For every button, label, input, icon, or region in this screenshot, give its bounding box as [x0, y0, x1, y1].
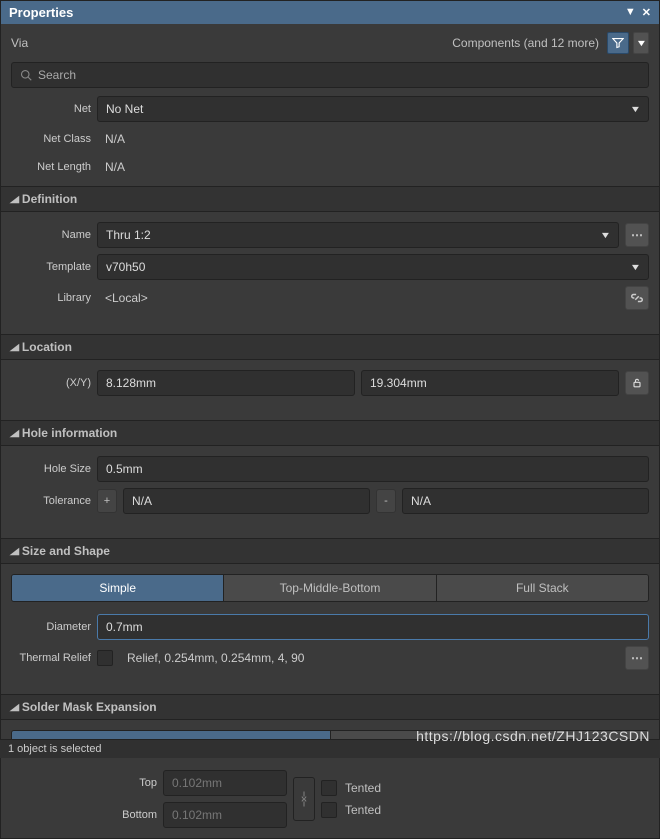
thermal-more-button[interactable]: ⋯	[625, 646, 649, 670]
object-type: Via	[11, 36, 28, 50]
collapse-icon: ◢	[10, 702, 19, 713]
library-link-button[interactable]	[625, 286, 649, 310]
template-label: Template	[11, 261, 91, 273]
net-class-label: Net Class	[11, 133, 91, 145]
hole-size-label: Hole Size	[11, 463, 91, 475]
top-input: 0.102mm	[163, 770, 287, 796]
chevron-down-icon: ▼	[600, 230, 612, 240]
net-select[interactable]: No Net ▼	[97, 96, 649, 122]
collapse-icon: ◢	[10, 342, 19, 353]
section-hole[interactable]: ◢ Hole information	[1, 420, 659, 446]
bottom-tented-checkbox[interactable]	[321, 802, 337, 818]
filter-button[interactable]	[607, 32, 629, 54]
section-definition[interactable]: ◢ Definition	[1, 186, 659, 212]
search-input[interactable]: Search	[11, 62, 649, 88]
x-input[interactable]: 8.128mm	[97, 370, 355, 396]
filter-dropdown-button[interactable]: ▼	[633, 32, 649, 54]
net-length-label: Net Length	[11, 161, 91, 173]
y-input[interactable]: 19.304mm	[361, 370, 619, 396]
search-placeholder: Search	[38, 68, 76, 82]
top-tented-checkbox[interactable]	[321, 780, 337, 796]
bottom-label: Bottom	[97, 809, 157, 821]
lock-button[interactable]	[625, 371, 649, 395]
section-solder-mask[interactable]: ◢ Solder Mask Expansion	[1, 694, 659, 720]
xy-label: (X/Y)	[11, 377, 91, 389]
tolerance-plus-tag: +	[97, 489, 117, 513]
net-class-value: N/A	[97, 128, 649, 150]
tolerance-minus-input[interactable]: N/A	[402, 488, 649, 514]
shape-mode-tabs: Simple Top-Middle-Bottom Full Stack	[11, 574, 649, 602]
chevron-down-icon: ▼	[630, 262, 642, 272]
bottom-tented-label: Tented	[345, 803, 381, 817]
thermal-checkbox[interactable]	[97, 650, 113, 666]
section-size-shape[interactable]: ◢ Size and Shape	[1, 538, 659, 564]
tab-full-stack[interactable]: Full Stack	[437, 575, 648, 601]
name-select[interactable]: Thru 1:2 ▼	[97, 222, 619, 248]
name-label: Name	[11, 229, 91, 241]
panel-title: Properties	[9, 5, 73, 20]
chevron-down-icon: ▼	[630, 104, 642, 114]
net-label: Net	[11, 103, 91, 115]
template-select[interactable]: v70h50 ▼	[97, 254, 649, 280]
panel-titlebar: Properties ▼ ✕	[1, 1, 659, 24]
bottom-input: 0.102mm	[163, 802, 287, 828]
filter-summary: Components (and 12 more)	[452, 36, 599, 50]
diameter-label: Diameter	[11, 621, 91, 633]
tolerance-label: Tolerance	[11, 495, 91, 507]
collapse-icon: ◢	[10, 194, 19, 205]
search-icon	[20, 69, 32, 81]
tab-tmb[interactable]: Top-Middle-Bottom	[224, 575, 436, 601]
library-value: <Local>	[97, 287, 619, 309]
tab-simple[interactable]: Simple	[12, 575, 224, 601]
collapse-icon: ◢	[10, 546, 19, 557]
name-more-button[interactable]: ⋯	[625, 223, 649, 247]
thermal-label: Thermal Relief	[11, 652, 91, 664]
close-icon[interactable]: ✕	[642, 6, 651, 19]
top-tented-label: Tented	[345, 781, 381, 795]
section-location[interactable]: ◢ Location	[1, 334, 659, 360]
diameter-input[interactable]: 0.7mm	[97, 614, 649, 640]
link-top-bottom-button[interactable]	[293, 777, 315, 821]
thermal-value: Relief, 0.254mm, 0.254mm, 4, 90	[119, 647, 619, 669]
collapse-icon: ◢	[10, 428, 19, 439]
status-bar: 1 object is selected	[0, 739, 660, 758]
net-length-value: N/A	[97, 156, 649, 178]
top-label: Top	[97, 777, 157, 789]
status-text: 1 object is selected	[8, 743, 102, 755]
hole-size-input[interactable]: 0.5mm	[97, 456, 649, 482]
library-label: Library	[11, 292, 91, 304]
dropdown-icon[interactable]: ▼	[625, 6, 636, 19]
tolerance-plus-input[interactable]: N/A	[123, 488, 370, 514]
tolerance-minus-tag: -	[376, 489, 396, 513]
